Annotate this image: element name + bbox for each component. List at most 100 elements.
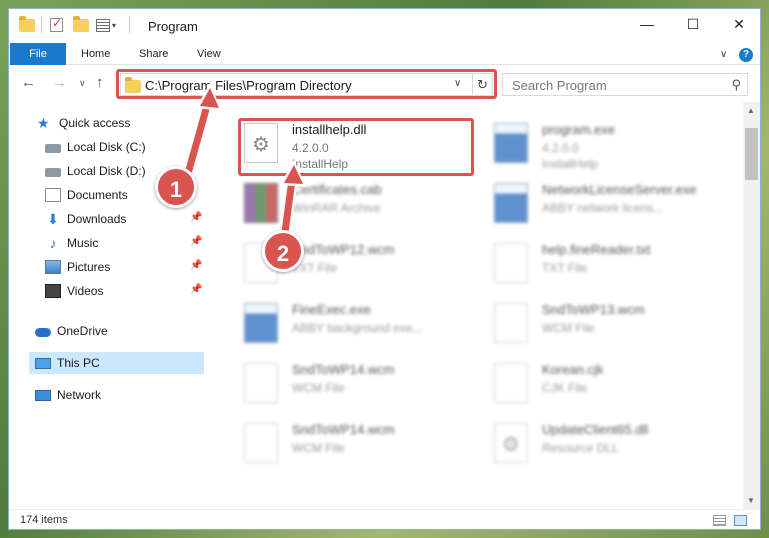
address-highlight-box	[116, 69, 497, 99]
file-name: SndToWP13.wcm	[542, 302, 645, 317]
file-item-program[interactable]: program.exe 4.2.0.0 InstallHelp	[482, 112, 732, 171]
file-description: InstallHelp	[542, 157, 599, 171]
customize-toolbar-icon[interactable]: ▾	[96, 16, 116, 34]
new-folder-icon[interactable]	[73, 15, 89, 34]
pin-icon[interactable]: 📌	[190, 260, 202, 271]
onedrive-icon	[35, 328, 51, 337]
tab-view[interactable]: View	[185, 43, 233, 65]
file-item-certificates[interactable]: Certificates.cab WinRAR Archive	[232, 172, 482, 226]
tab-file[interactable]: File	[10, 43, 66, 65]
file-icon	[244, 363, 278, 403]
status-bar: 174 items	[9, 509, 760, 529]
file-item-sndtowp14-copy[interactable]: SndToWP14.wcm WCM File	[232, 412, 482, 466]
file-name: SndToWP14.wcm	[292, 422, 395, 437]
ribbon-tabs: File Home Share View ∨ ?	[9, 39, 760, 65]
expand-ribbon-icon[interactable]: ∨	[720, 49, 727, 60]
file-item-korean[interactable]: Korean.cjk CJK File	[482, 352, 732, 406]
sidebar-item-quick-access[interactable]: ★ Quick access	[37, 112, 197, 134]
pin-column: 📌	[9, 232, 202, 254]
file-item-installhelp[interactable]: installhelp.dll 4.2.0.0 InstallHelp	[232, 112, 482, 171]
gear-icon	[244, 123, 278, 163]
vertical-scrollbar[interactable]: ▲ ▼	[743, 102, 760, 509]
file-icon	[494, 303, 528, 343]
file-item-sndtowp14[interactable]: SndToWP14.wcm WCM File	[232, 352, 482, 406]
file-name: Certificates.cab	[292, 182, 382, 197]
file-name: installhelp.dll	[292, 122, 367, 137]
callout-badge-1: 1	[155, 166, 197, 208]
scroll-up-icon[interactable]: ▲	[747, 106, 755, 115]
file-type: WCM File	[542, 321, 595, 335]
file-item-network-license-server[interactable]: NetworkLicenseServer.exe ABBY network li…	[482, 172, 732, 226]
file-name: UpdateClient65.dll	[542, 422, 649, 437]
up-button[interactable]: ↑	[96, 74, 104, 91]
file-type: WCM File	[292, 441, 345, 455]
forward-button[interactable]: →	[52, 74, 67, 91]
archive-icon	[244, 183, 278, 223]
app-icon	[244, 303, 278, 343]
drive-icon	[45, 167, 61, 177]
gear-icon	[494, 423, 528, 463]
file-name: FineExec.exe	[292, 302, 371, 317]
file-type: TXT File	[542, 261, 588, 275]
network-icon	[35, 389, 51, 401]
pictures-icon	[45, 260, 61, 274]
videos-icon	[45, 284, 61, 298]
sidebar-item-this-pc[interactable]: This PC	[29, 352, 204, 374]
file-item-fineexec[interactable]: FineExec.exe ABBY background exe...	[232, 292, 482, 346]
file-item-help-finereader[interactable]: help.fineReader.txt TXT File	[482, 232, 732, 286]
scroll-down-icon[interactable]: ▼	[747, 496, 755, 505]
window-title: Program	[148, 19, 198, 34]
search-box[interactable]: Search Program ⚲	[502, 73, 748, 96]
help-icon[interactable]: ?	[739, 48, 753, 62]
navigation-pane: ★ Quick access Local Disk (C:) Local Disk…	[9, 102, 204, 509]
details-view-icon[interactable]	[713, 515, 726, 526]
file-name: program.exe	[542, 122, 615, 137]
pin-column: 📌	[9, 280, 202, 302]
file-type: CJK File	[542, 381, 588, 395]
tab-share[interactable]: Share	[127, 43, 180, 65]
file-type: WCM File	[292, 381, 345, 395]
pin-column: 📌	[9, 208, 202, 230]
sidebar-item-pictures[interactable]: Pictures	[45, 256, 205, 278]
file-description: InstallHelp	[292, 157, 349, 171]
folder-icon[interactable]	[19, 15, 35, 34]
file-icon	[494, 243, 528, 283]
music-icon: ♪	[49, 235, 57, 251]
search-input[interactable]: Search Program	[512, 78, 607, 93]
large-icons-view-icon[interactable]	[734, 515, 747, 526]
close-button[interactable]: ✕	[716, 9, 760, 39]
sidebar-item-network[interactable]: Network	[35, 384, 195, 406]
maximize-button[interactable]: ☐	[670, 9, 716, 39]
toolbar-separator	[41, 17, 42, 33]
app-icon	[494, 123, 528, 163]
navigation-bar: ← → ∨ ↑ C:\Program Files\Program Directo…	[9, 66, 760, 102]
file-item-updateclient65[interactable]: UpdateClient65.dll Resource DLL	[482, 412, 732, 466]
callout-badge-2: 2	[262, 230, 304, 272]
sidebar-item-onedrive[interactable]: OneDrive	[35, 320, 195, 342]
file-type: ABBY background exe...	[292, 321, 423, 335]
sidebar-item-downloads[interactable]: ⬇ Downloads	[45, 208, 205, 230]
pin-icon[interactable]: 📌	[190, 236, 202, 247]
minimize-button[interactable]: —	[624, 9, 670, 39]
back-button[interactable]: ←	[21, 74, 36, 91]
pin-icon[interactable]: 📌	[190, 212, 202, 223]
search-icon[interactable]: ⚲	[731, 77, 741, 93]
scroll-thumb[interactable]	[745, 128, 758, 180]
pin-icon[interactable]: 📌	[190, 284, 202, 295]
sidebar-item-videos[interactable]: Videos	[45, 280, 205, 302]
file-name: NetworkLicenseServer.exe	[542, 182, 697, 197]
properties-check-icon[interactable]	[50, 16, 63, 34]
file-icon	[244, 423, 278, 463]
app-icon	[494, 183, 528, 223]
sidebar-item-local-disk-c[interactable]: Local Disk (C:)	[45, 136, 205, 158]
recent-locations-button[interactable]: ∨	[79, 78, 86, 89]
tab-home[interactable]: Home	[69, 43, 122, 65]
sidebar-item-music[interactable]: ♪ Music	[45, 232, 205, 254]
downloads-icon: ⬇	[47, 211, 59, 227]
item-count: 174 items	[20, 514, 68, 526]
file-item-sndtowp13[interactable]: SndToWP13.wcm WCM File	[482, 292, 732, 346]
documents-icon	[45, 188, 61, 202]
file-type: ABBY network licens...	[542, 201, 664, 215]
file-name: help.fineReader.txt	[542, 242, 651, 257]
file-name: Korean.cjk	[542, 362, 604, 377]
